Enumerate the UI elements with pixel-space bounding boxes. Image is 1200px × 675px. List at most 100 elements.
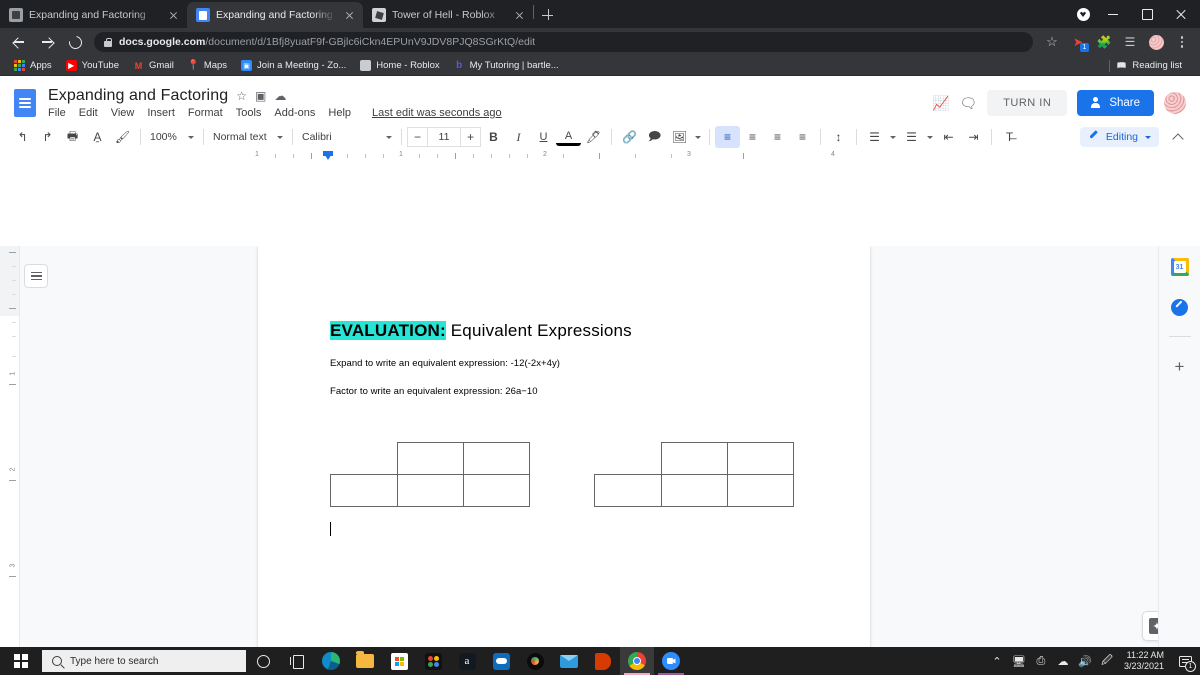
notification-center-button[interactable]: 1 (1172, 647, 1198, 675)
underline-button[interactable]: U (531, 126, 556, 148)
bluetooth-icon[interactable]: ⎙ (1030, 647, 1052, 675)
new-tab-button[interactable] (535, 2, 561, 28)
share-button[interactable]: Share (1077, 90, 1154, 116)
close-icon[interactable] (342, 8, 357, 23)
start-button[interactable] (0, 647, 42, 675)
menu-edit[interactable]: Edit (79, 107, 98, 119)
table-cell[interactable] (396, 441, 464, 475)
minimize-button[interactable] (1096, 0, 1130, 28)
sidebar-item-calendar[interactable] (1169, 256, 1191, 278)
line-spacing-icon[interactable]: ↕ (826, 126, 851, 148)
taskbar-app-file-explorer[interactable] (348, 647, 382, 675)
zoom-select[interactable]: 100% (146, 126, 198, 148)
chevron-down-icon[interactable] (692, 126, 704, 148)
table-cell[interactable] (726, 441, 794, 475)
reading-list-icon[interactable]: ☰ (1118, 30, 1142, 54)
left-indent-marker[interactable] (323, 151, 333, 160)
sidebar-item-tasks[interactable] (1169, 296, 1191, 318)
bookmark-maps[interactable]: 📍 Maps (182, 58, 233, 73)
onedrive-tray-icon[interactable]: ☁ (1052, 647, 1074, 675)
close-window-button[interactable] (1164, 0, 1198, 28)
spellcheck-icon[interactable]: A̱ (85, 126, 110, 148)
star-icon[interactable]: ☆ (236, 89, 247, 103)
menu-tools[interactable]: Tools (236, 107, 262, 119)
show-hidden-icons-button[interactable]: ⌃ (986, 647, 1008, 675)
add-comment-icon[interactable]: 🗩 (642, 126, 667, 148)
taskbar-search-input[interactable]: Type here to search (42, 650, 246, 672)
paint-format-icon[interactable]: 🖌 (110, 126, 135, 148)
editing-mode-select[interactable]: Editing (1079, 127, 1159, 147)
paragraph-style-select[interactable]: Normal text (209, 126, 287, 148)
page-title[interactable]: Expanding and Factoring (48, 87, 228, 105)
align-left-button[interactable]: ≡ (715, 126, 740, 148)
table-cell[interactable] (726, 473, 794, 507)
document-outline-button[interactable] (24, 264, 48, 288)
font-select[interactable]: Calibri (298, 126, 396, 148)
taskbar-app-edge[interactable] (314, 647, 348, 675)
text-color-button[interactable]: A (556, 128, 581, 146)
table-cell[interactable] (660, 473, 728, 507)
align-justify-button[interactable]: ≡ (790, 126, 815, 148)
close-icon[interactable] (166, 8, 181, 23)
chevron-down-icon[interactable] (887, 126, 899, 148)
taskbar-app-store[interactable] (382, 647, 416, 675)
print-icon[interactable]: 🖶 (60, 126, 85, 148)
reading-list-button[interactable]: 📖 Reading list (1116, 58, 1188, 73)
pen-icon[interactable]: 🖉 (1096, 647, 1118, 675)
browser-tab-0[interactable]: Expanding and Factoring (0, 2, 187, 28)
avatar[interactable] (1144, 30, 1168, 54)
vertical-ruler[interactable]: 1 2 3 4 5 (0, 246, 20, 663)
document-page[interactable]: EVALUATION: Equivalent Expressions Expan… (258, 246, 870, 663)
menu-addons[interactable]: Add-ons (274, 107, 315, 119)
profile-badge-icon[interactable] (1070, 0, 1096, 28)
close-icon[interactable] (512, 8, 527, 23)
volume-icon[interactable]: 🔊 (1074, 647, 1096, 675)
area-model-right[interactable] (593, 441, 794, 507)
italic-button[interactable]: I (506, 126, 531, 148)
reload-button[interactable] (62, 29, 88, 55)
bold-button[interactable]: B (481, 126, 506, 148)
table-cell[interactable] (329, 473, 398, 507)
highlight-color-icon[interactable]: 🖊 (581, 126, 606, 148)
area-model-left[interactable] (329, 441, 530, 507)
page-content[interactable]: EVALUATION: Equivalent Expressions Expan… (258, 246, 870, 536)
clear-formatting-icon[interactable]: T̶ (997, 126, 1022, 148)
move-to-folder-icon[interactable]: ▣ (255, 89, 266, 103)
horizontal-ruler[interactable]: 1 1 2 3 4 (0, 150, 1200, 162)
bookmark-gmail[interactable]: M Gmail (127, 58, 180, 73)
bulleted-list-icon[interactable]: ☰ (899, 126, 924, 148)
back-button[interactable] (6, 29, 32, 55)
turn-in-button[interactable]: TURN IN (987, 90, 1068, 116)
font-size-increase-button[interactable]: + (460, 127, 481, 147)
redo-icon[interactable]: ↱ (35, 126, 60, 148)
insert-link-icon[interactable]: 🔗 (617, 126, 642, 148)
font-size-stepper[interactable]: − 11 + (407, 127, 481, 147)
font-size-decrease-button[interactable]: − (407, 127, 428, 147)
bookmark-zoom-meeting[interactable]: ▣ Join a Meeting - Zo... (235, 58, 352, 73)
maximize-button[interactable] (1130, 0, 1164, 28)
font-size-value[interactable]: 11 (428, 127, 460, 147)
menu-insert[interactable]: Insert (147, 107, 175, 119)
align-right-button[interactable]: ≡ (765, 126, 790, 148)
taskbar-app-chrome[interactable] (620, 647, 654, 675)
browser-tab-1[interactable]: Expanding and Factoring - Goog (187, 2, 363, 28)
taskbar-app-office[interactable] (586, 647, 620, 675)
menu-view[interactable]: View (111, 107, 135, 119)
menu-format[interactable]: Format (188, 107, 223, 119)
menu-file[interactable]: File (48, 107, 66, 119)
taskbar-app-photos[interactable] (416, 647, 450, 675)
network-icon[interactable]: 🖥 (1008, 647, 1030, 675)
bookmark-bartleby[interactable]: b My Tutoring | bartle... (448, 58, 565, 73)
chevron-down-icon[interactable] (924, 126, 936, 148)
taskbar-app-amazon[interactable]: a (450, 647, 484, 675)
account-avatar[interactable] (1164, 92, 1186, 114)
bookmark-apps[interactable]: Apps (8, 58, 58, 73)
table-cell[interactable] (396, 473, 464, 507)
add-addon-button[interactable]: + (1169, 355, 1191, 377)
taskbar-app-camera[interactable] (518, 647, 552, 675)
hide-menus-button[interactable] (1165, 126, 1190, 148)
last-edit-status[interactable]: Last edit was seconds ago (372, 107, 502, 119)
table-cell[interactable] (660, 441, 728, 475)
increase-indent-icon[interactable]: ⇥ (961, 126, 986, 148)
insert-image-icon[interactable]: 🖼 (667, 126, 692, 148)
